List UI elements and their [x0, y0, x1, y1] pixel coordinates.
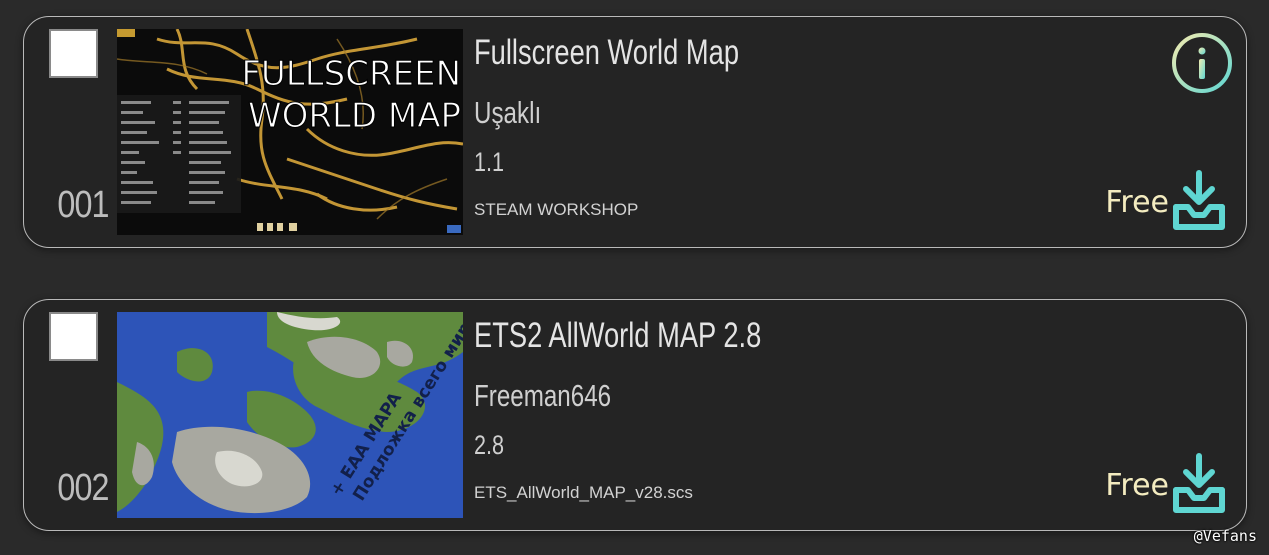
mod-version: 2.8 [474, 430, 505, 460]
info-icon[interactable] [1170, 31, 1234, 95]
thumbnail-caption: WORLD MAP [248, 96, 461, 136]
watermark: @Vefans [1193, 527, 1257, 545]
price-label[interactable]: Free [1105, 185, 1169, 220]
item-index: 002 [57, 467, 109, 509]
select-checkbox[interactable] [49, 312, 98, 361]
download-icon[interactable] [1170, 169, 1228, 235]
mod-version: 1.1 [474, 147, 505, 177]
select-checkbox[interactable] [49, 29, 98, 78]
mod-thumbnail[interactable]: Подложка всего мира + EAA MAPA [117, 312, 463, 518]
mod-source: ETS_AllWorld_MAP_v28.scs [474, 483, 693, 502]
mod-thumbnail[interactable]: FULLSCREEN WORLD MAP [117, 29, 463, 235]
download-icon[interactable] [1170, 452, 1228, 518]
mod-source: STEAM WORKSHOP [474, 200, 639, 219]
mod-card: 002 Подложка всего мира + EAA MAPA ETS2 … [23, 299, 1247, 531]
price-label[interactable]: Free [1105, 468, 1169, 503]
mod-title: ETS2 AllWorld MAP 2.8 [474, 316, 762, 355]
mod-card: 001 FULLSCREEN WORLD MAP Fullscreen Worl… [23, 16, 1247, 248]
thumbnail-caption: FULLSCREEN [241, 54, 461, 94]
mod-title: Fullscreen World Map [474, 33, 740, 72]
item-index: 001 [57, 184, 109, 226]
mod-author: Uşaklı [474, 95, 542, 130]
mod-author: Freeman646 [474, 378, 612, 413]
